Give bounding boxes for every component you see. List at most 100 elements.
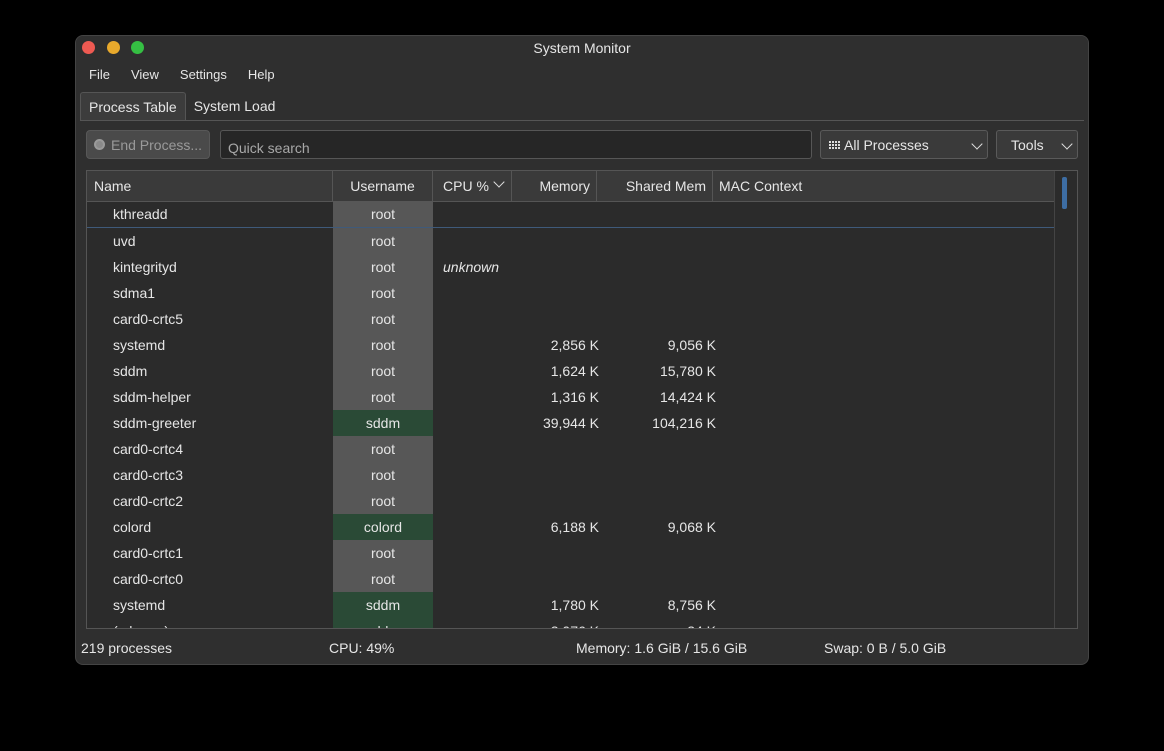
cell-name: colord	[113, 519, 152, 535]
table-row[interactable]: (sd-pam)sddm 2,076 K24 K	[87, 618, 1055, 628]
cell-memory	[511, 306, 599, 332]
table-row[interactable]: systemd sddm 1,780 K 8,756 K	[87, 592, 1055, 618]
cell-memory	[511, 566, 599, 592]
cell-cpu	[433, 566, 511, 592]
cell-cpu	[433, 540, 511, 566]
tab-divider	[80, 120, 1084, 121]
table-row[interactable]: card0-crtc5 root	[87, 306, 1055, 332]
cell-mac-context	[716, 488, 1055, 514]
cell-name: kintegrityd	[113, 259, 177, 275]
cell-name: systemd	[113, 597, 166, 613]
cell-mac-context	[716, 306, 1055, 332]
cell-shared-mem	[599, 280, 716, 306]
cell-mac-context	[716, 201, 1055, 227]
cell-name: systemd	[113, 337, 166, 353]
table-body: kthreadd root uvd root kintegrityd root unknow…	[87, 201, 1055, 628]
table-row[interactable]: sddm-greeter sddm 39,944 K 104,216 K	[87, 410, 1055, 436]
table-row[interactable]: kthreadd root	[87, 201, 1055, 228]
cell-mac-context	[716, 228, 1055, 254]
cell-name: card0-crtc3	[113, 467, 184, 483]
cell-name: (sd-pam)	[87, 618, 333, 628]
table-row[interactable]: uvd root	[87, 228, 1055, 254]
cell-username: root	[333, 280, 433, 306]
table-row[interactable]: sdma1 root	[87, 280, 1055, 306]
cell-memory	[511, 280, 599, 306]
table-row[interactable]: card0-crtc0 root	[87, 566, 1055, 592]
table-row[interactable]: sddm-helper root 1,316 K 14,424 K	[87, 384, 1055, 410]
cell-shared-mem	[599, 566, 716, 592]
status-bar: 219 processes CPU: 49% Memory: 1.6 GiB /…	[76, 632, 1088, 658]
chevron-down-icon	[971, 138, 983, 150]
cell-cpu	[433, 436, 511, 462]
cell-memory: 1,316 K	[550, 389, 599, 405]
column-header-username[interactable]: Username	[333, 171, 433, 201]
grid-icon	[829, 140, 840, 149]
column-header-name[interactable]: Name	[87, 171, 333, 201]
chevron-down-icon	[1061, 138, 1073, 150]
cell-username: colord	[333, 514, 433, 540]
menu-help[interactable]: Help	[235, 60, 275, 88]
cell-mac-context	[716, 566, 1055, 592]
cell-cpu	[433, 384, 511, 410]
cell-name: card0-crtc4	[113, 441, 184, 457]
tab-process-table[interactable]: Process Table	[80, 92, 186, 121]
scrollbar-thumb[interactable]	[1062, 177, 1067, 209]
cpu-usage: CPU: 49%	[329, 640, 395, 656]
cell-name: uvd	[113, 233, 136, 249]
table-row[interactable]: card0-crtc4 root	[87, 436, 1055, 462]
cell-shared-mem	[599, 462, 716, 488]
cell-mac-context	[716, 254, 1055, 280]
cell-mac-context	[716, 462, 1055, 488]
tab-system-load[interactable]: System Load	[186, 92, 284, 120]
window-title: System Monitor	[533, 40, 631, 56]
table-row[interactable]: card0-crtc2 root	[87, 488, 1055, 514]
cell-username: root	[333, 436, 433, 462]
cell-memory: 2,856 K	[550, 337, 599, 353]
swap-usage: Swap: 0 B / 5.0 GiB	[824, 640, 947, 656]
cell-mac-context	[716, 592, 1055, 618]
vertical-scrollbar[interactable]	[1054, 171, 1077, 628]
cell-name: card0-crtc0	[113, 571, 184, 587]
tools-button[interactable]: Tools	[996, 130, 1078, 159]
cell-username: root	[333, 201, 433, 227]
cell-shared-mem: 104,216 K	[652, 415, 716, 431]
cell-memory	[511, 254, 599, 280]
cell-cpu	[433, 462, 511, 488]
quick-search-input[interactable]	[220, 130, 812, 159]
cell-username: sddm	[333, 592, 433, 618]
cell-username: sddm	[333, 410, 433, 436]
process-filter-select[interactable]: All Processes	[820, 130, 988, 159]
column-header-memory[interactable]: Memory	[512, 171, 597, 201]
table-row[interactable]: sddm root 1,624 K 15,780 K	[87, 358, 1055, 384]
cell-shared-mem: 15,780 K	[659, 363, 716, 379]
menu-settings[interactable]: Settings	[167, 60, 227, 88]
table-row[interactable]: card0-crtc1 root	[87, 540, 1055, 566]
process-count: 219 processes	[81, 640, 173, 656]
table-row[interactable]: kintegrityd root unknown	[87, 254, 1055, 280]
column-header-cpu[interactable]: CPU %	[433, 171, 512, 201]
cell-cpu	[433, 201, 511, 227]
cell-mac-context	[716, 280, 1055, 306]
cell-name: sddm-helper	[113, 389, 191, 405]
cell-mac-context	[716, 410, 1055, 436]
column-header-mac-context[interactable]: MAC Context	[713, 171, 1055, 201]
menu-view[interactable]: View	[118, 60, 159, 88]
column-header-shared-mem[interactable]: Shared Mem	[597, 171, 713, 201]
tools-label: Tools	[1011, 136, 1044, 153]
cell-memory	[511, 436, 599, 462]
cell-name: kthreadd	[113, 206, 168, 222]
end-process-label: End Process...	[111, 136, 203, 153]
table-row[interactable]: systemd root 2,856 K 9,056 K	[87, 332, 1055, 358]
table-row[interactable]: card0-crtc3 root	[87, 462, 1055, 488]
cell-cpu	[433, 280, 511, 306]
cell-username: root	[333, 254, 433, 280]
cell-shared-mem: 9,056 K	[667, 337, 716, 353]
menu-file[interactable]: File	[76, 60, 110, 88]
cell-shared-mem	[599, 436, 716, 462]
table-row[interactable]: colord colord 6,188 K 9,068 K	[87, 514, 1055, 540]
end-process-button[interactable]: End Process...	[86, 130, 210, 159]
cell-shared-mem	[599, 306, 716, 332]
cell-shared-mem: 8,756 K	[667, 597, 716, 613]
cell-shared-mem	[599, 488, 716, 514]
table-header: Name Username CPU % Memory Shared Mem MA…	[87, 171, 1055, 202]
